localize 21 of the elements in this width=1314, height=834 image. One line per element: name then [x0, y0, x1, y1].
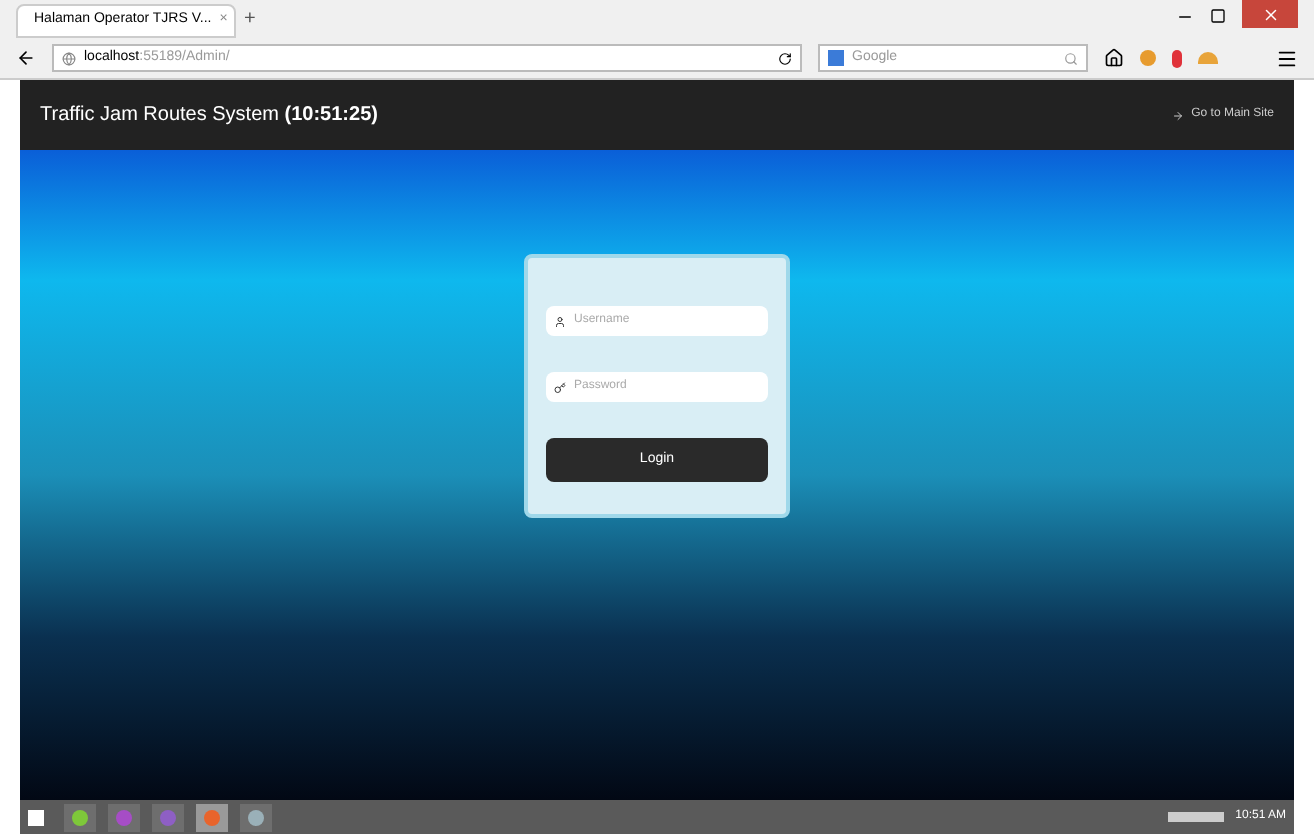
- arrow-icon: [1171, 109, 1184, 121]
- maximize-icon[interactable]: [1210, 8, 1226, 24]
- close-icon: [1261, 5, 1279, 23]
- search-engine-icon: [828, 50, 844, 66]
- windows-icon[interactable]: [28, 809, 44, 825]
- site-title: Traffic Jam Routes System (10:51:25): [40, 102, 378, 130]
- user-icon: [554, 315, 566, 327]
- globe-icon: [62, 51, 76, 65]
- new-tab[interactable]: +: [244, 4, 256, 34]
- menu-icon[interactable]: [1276, 47, 1298, 69]
- close-button[interactable]: [1242, 0, 1298, 28]
- key-icon: [554, 381, 566, 393]
- taskbar-app[interactable]: [196, 803, 228, 831]
- home-icon[interactable]: [1104, 48, 1124, 68]
- addon-icon[interactable]: [1198, 52, 1218, 64]
- search-icon: [1064, 51, 1078, 65]
- taskbar-app[interactable]: [240, 803, 272, 831]
- taskbar-app[interactable]: [64, 803, 96, 831]
- reload-icon[interactable]: [778, 51, 792, 65]
- extension-icon[interactable]: [1140, 50, 1156, 66]
- back-icon[interactable]: [16, 48, 36, 68]
